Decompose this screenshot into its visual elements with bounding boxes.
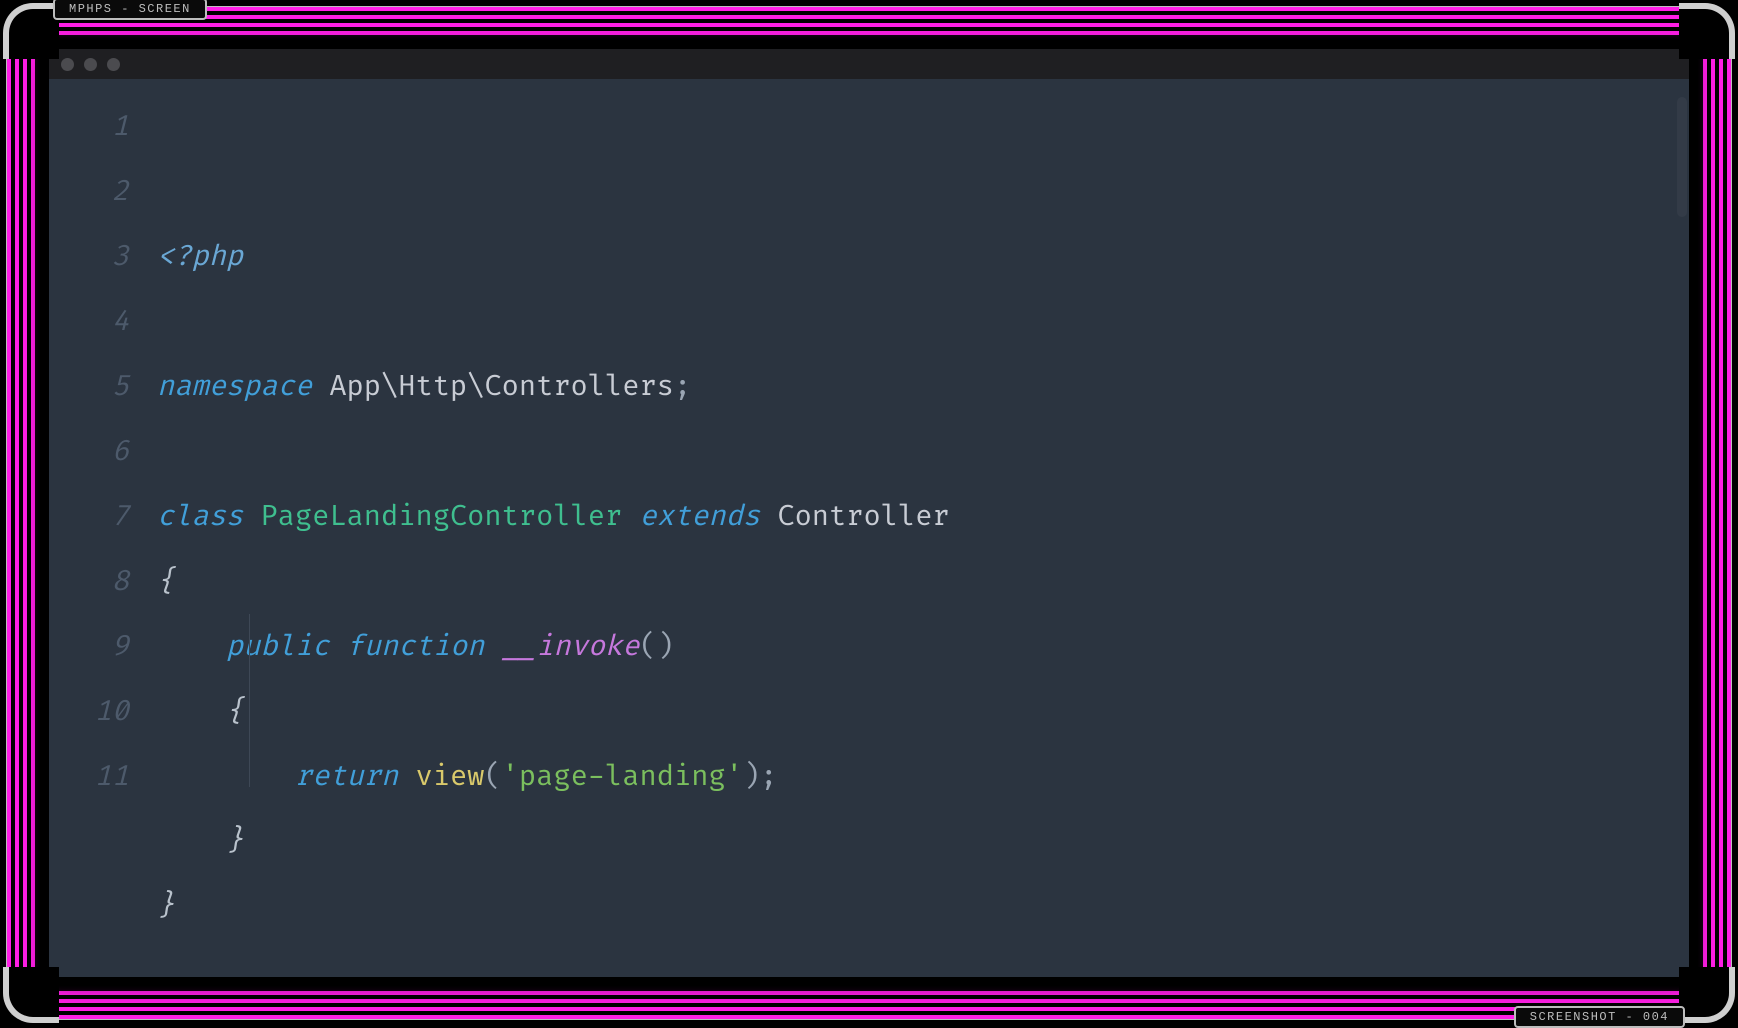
indent-guide xyxy=(249,614,250,787)
line-number: 4 xyxy=(49,290,129,355)
frame-label-bottom: SCREENSHOT - 004 xyxy=(1514,1006,1685,1028)
scrollbar-vertical[interactable] xyxy=(1675,79,1689,977)
line-number: 7 xyxy=(49,485,129,550)
tok-semi: ; xyxy=(674,369,691,404)
tok-brace-close: } xyxy=(157,888,174,923)
frame-corner-br xyxy=(1679,967,1735,1023)
tok-return: return xyxy=(295,759,398,794)
frame-label-top: MPHPS - SCREEN xyxy=(53,0,207,20)
line-number: 2 xyxy=(49,160,129,225)
tok-extends: extends xyxy=(639,499,760,534)
line-number: 9 xyxy=(49,615,129,680)
line-number: 5 xyxy=(49,355,129,420)
tok-view: view xyxy=(415,759,484,794)
tok-base-class: Controller xyxy=(777,499,949,534)
tok-method-name: __invoke xyxy=(502,629,640,664)
code-content[interactable]: <?php namespace App\Http\Controllers; cl… xyxy=(157,79,1689,977)
scrollbar-thumb[interactable] xyxy=(1677,97,1687,217)
frame-corner-tr xyxy=(1679,3,1735,59)
tok-class-name: PageLandingController xyxy=(260,499,622,534)
traffic-light-zoom-icon[interactable] xyxy=(107,58,120,71)
frame-corner-bl xyxy=(3,967,59,1023)
tok-public: public xyxy=(226,629,329,664)
tok-string: 'page-landing' xyxy=(502,759,743,794)
tok-brace-open: { xyxy=(157,564,174,599)
hud-frame-mid: 1 2 3 4 5 6 7 8 9 10 11 <?php namespace … xyxy=(23,23,1715,1003)
hud-frame-outer: MPHPS - SCREEN SCREENSHOT - 004 1 2 3 4 … xyxy=(6,6,1732,1020)
window-titlebar[interactable] xyxy=(49,49,1689,79)
code-area[interactable]: 1 2 3 4 5 6 7 8 9 10 11 <?php namespace … xyxy=(49,79,1689,977)
tok-lparen: ( xyxy=(484,759,501,794)
tok-rparen-semi: ); xyxy=(743,759,777,794)
line-number: 3 xyxy=(49,225,129,290)
line-number: 1 xyxy=(49,95,129,160)
frame-corner-tl xyxy=(3,3,59,59)
line-number-gutter: 1 2 3 4 5 6 7 8 9 10 11 xyxy=(49,79,157,977)
editor-window: 1 2 3 4 5 6 7 8 9 10 11 <?php namespace … xyxy=(49,49,1689,977)
tok-brace-close-2: } xyxy=(226,823,243,858)
tok-ns-path: App\Http\Controllers xyxy=(329,369,674,404)
tok-class: class xyxy=(157,499,243,534)
line-number: 11 xyxy=(49,745,129,810)
tok-php-open: <?php xyxy=(157,239,243,274)
tok-parens: () xyxy=(640,629,674,664)
tok-namespace: namespace xyxy=(157,369,312,404)
line-number: 8 xyxy=(49,550,129,615)
tok-function: function xyxy=(347,629,485,664)
tok-brace-open-2: { xyxy=(226,694,243,729)
line-number: 10 xyxy=(49,680,129,745)
line-number: 6 xyxy=(49,420,129,485)
traffic-light-close-icon[interactable] xyxy=(61,58,74,71)
traffic-light-minimize-icon[interactable] xyxy=(84,58,97,71)
